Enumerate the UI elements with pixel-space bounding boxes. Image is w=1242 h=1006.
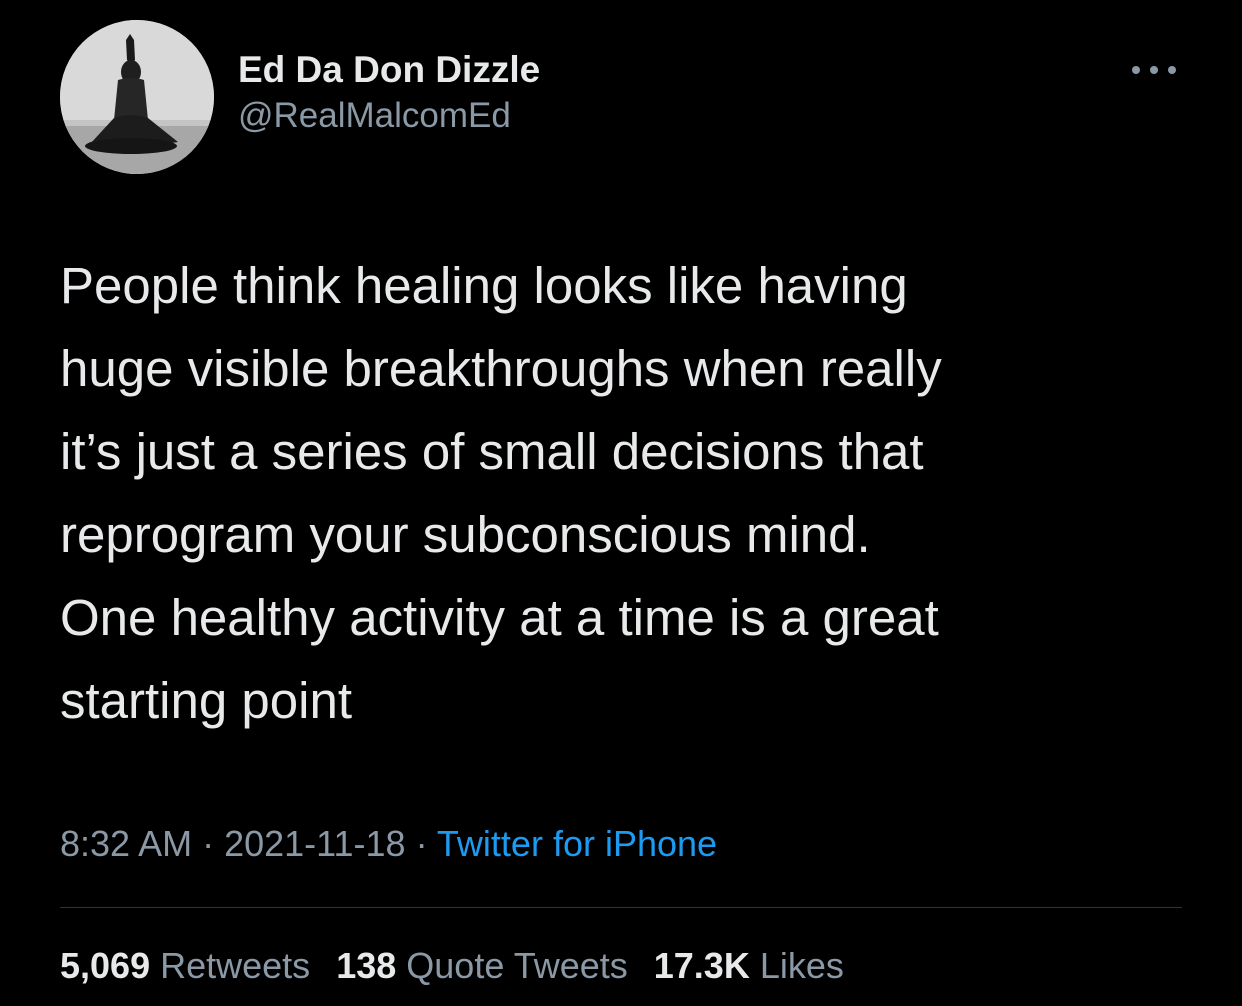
tweet-meta: 8:32 AM · 2021-11-18 · Twitter for iPhon… [60,820,717,868]
author-display-name[interactable]: Ed Da Don Dizzle [238,48,540,92]
author-handle[interactable]: @RealMalcomEd [238,94,540,138]
profile-photo-icon [60,20,214,174]
retweets-count: 5,069 [60,945,151,986]
retweets-stat[interactable]: 5,069 Retweets [60,945,310,986]
likes-count: 17.3K [653,945,750,986]
more-options-button[interactable] [1126,56,1182,84]
quote-tweets-count: 138 [336,945,397,986]
likes-stat[interactable]: 17.3K Likes [654,945,844,986]
avatar[interactable] [60,20,214,174]
meta-separator: · [405,823,437,864]
tweet-detail: Ed Da Don Dizzle @RealMalcomEd People th… [0,0,1242,1006]
tweet-text: People think healing looks like having h… [60,257,942,729]
quote-tweets-label: Quote Tweets [406,945,628,986]
ellipsis-icon [1132,66,1176,74]
quote-tweets-stat[interactable]: 138 Quote Tweets [336,945,628,986]
tweet-stats: 5,069 Retweets 138 Quote Tweets 17.3K Like… [60,942,870,990]
tweet-time[interactable]: 8:32 AM [60,823,192,864]
divider [60,907,1182,908]
tweet-date[interactable]: 2021-11-18 [224,823,405,864]
meta-separator: · [192,823,225,864]
likes-label: Likes [759,945,844,986]
author-block: Ed Da Don Dizzle @RealMalcomEd [238,48,540,138]
retweets-label: Retweets [160,945,311,986]
tweet-source-link[interactable]: Twitter for iPhone [437,823,717,864]
